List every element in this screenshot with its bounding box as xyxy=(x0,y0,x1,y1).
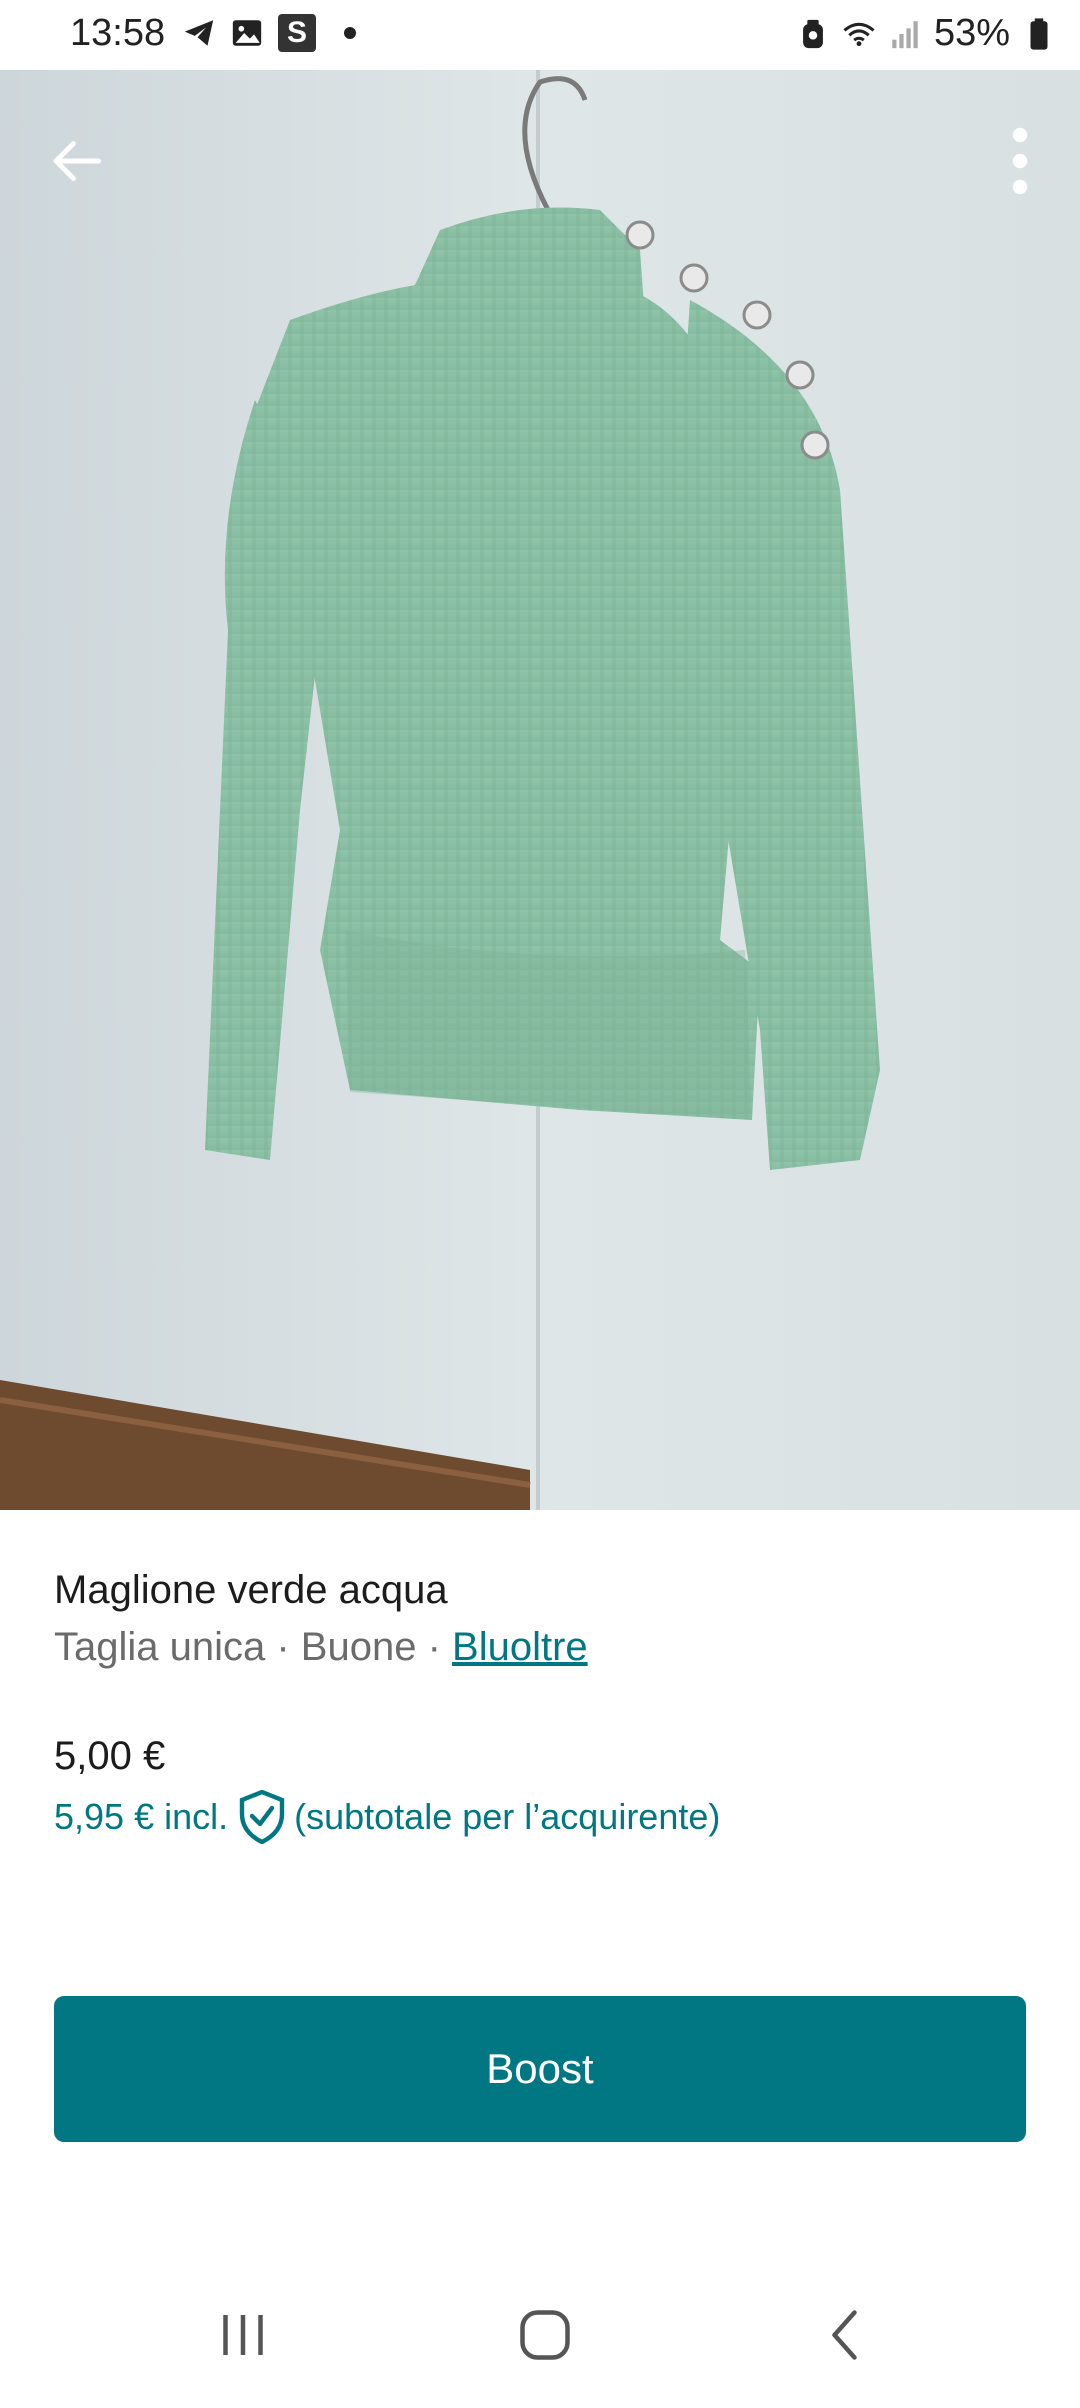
product-title: Maglione verde acqua xyxy=(54,1568,448,1612)
alarm-icon xyxy=(796,17,830,51)
back-icon xyxy=(832,2310,857,2360)
status-bar: 13:58 S 53% xyxy=(0,0,1080,70)
nav-back-button[interactable] xyxy=(787,2290,907,2380)
condition-label: Buone xyxy=(300,1625,417,1669)
back-button[interactable] xyxy=(40,125,112,197)
status-left-icons: S xyxy=(182,14,356,52)
shield-check-icon xyxy=(239,1790,285,1844)
buyer-price-row[interactable]: 5,95 € incl. (subtotale per l’acquirente… xyxy=(54,1790,720,1844)
more-vertical-icon xyxy=(1012,127,1028,195)
signal-icon xyxy=(888,17,922,51)
system-nav-bar xyxy=(0,2260,1080,2408)
home-button[interactable] xyxy=(485,2290,605,2380)
home-icon xyxy=(520,2310,570,2360)
product-photo[interactable] xyxy=(0,70,1080,1510)
gallery-icon xyxy=(230,16,264,50)
recents-button[interactable] xyxy=(183,2290,303,2380)
status-time: 13:58 xyxy=(70,12,166,54)
sweater-illustration xyxy=(0,70,1080,1510)
price-incl: 5,95 € incl. xyxy=(54,1796,229,1837)
product-meta: Taglia unica · Buone · Bluoltre xyxy=(54,1625,588,1670)
more-options-button[interactable] xyxy=(984,125,1056,197)
boost-button[interactable]: Boost xyxy=(54,1996,1026,2142)
price: 5,00 € xyxy=(54,1734,166,1778)
brand-link[interactable]: Bluoltre xyxy=(452,1625,588,1669)
meta-separator: · xyxy=(265,1625,301,1669)
battery-icon xyxy=(1022,17,1056,51)
arrow-left-icon xyxy=(53,141,101,181)
battery-level: 53% xyxy=(933,12,1010,54)
wifi-icon xyxy=(842,17,876,51)
buyer-subtotal-note: (subtotale per l’acquirente) xyxy=(294,1796,721,1837)
size-label: Taglia unica xyxy=(54,1625,266,1669)
notification-dot-icon xyxy=(344,27,356,39)
meta-separator: · xyxy=(416,1625,453,1669)
recents-icon xyxy=(223,2315,263,2355)
telegram-icon xyxy=(182,16,216,50)
status-right-icons: 53% xyxy=(796,12,1056,55)
s-app-icon: S xyxy=(278,14,316,52)
